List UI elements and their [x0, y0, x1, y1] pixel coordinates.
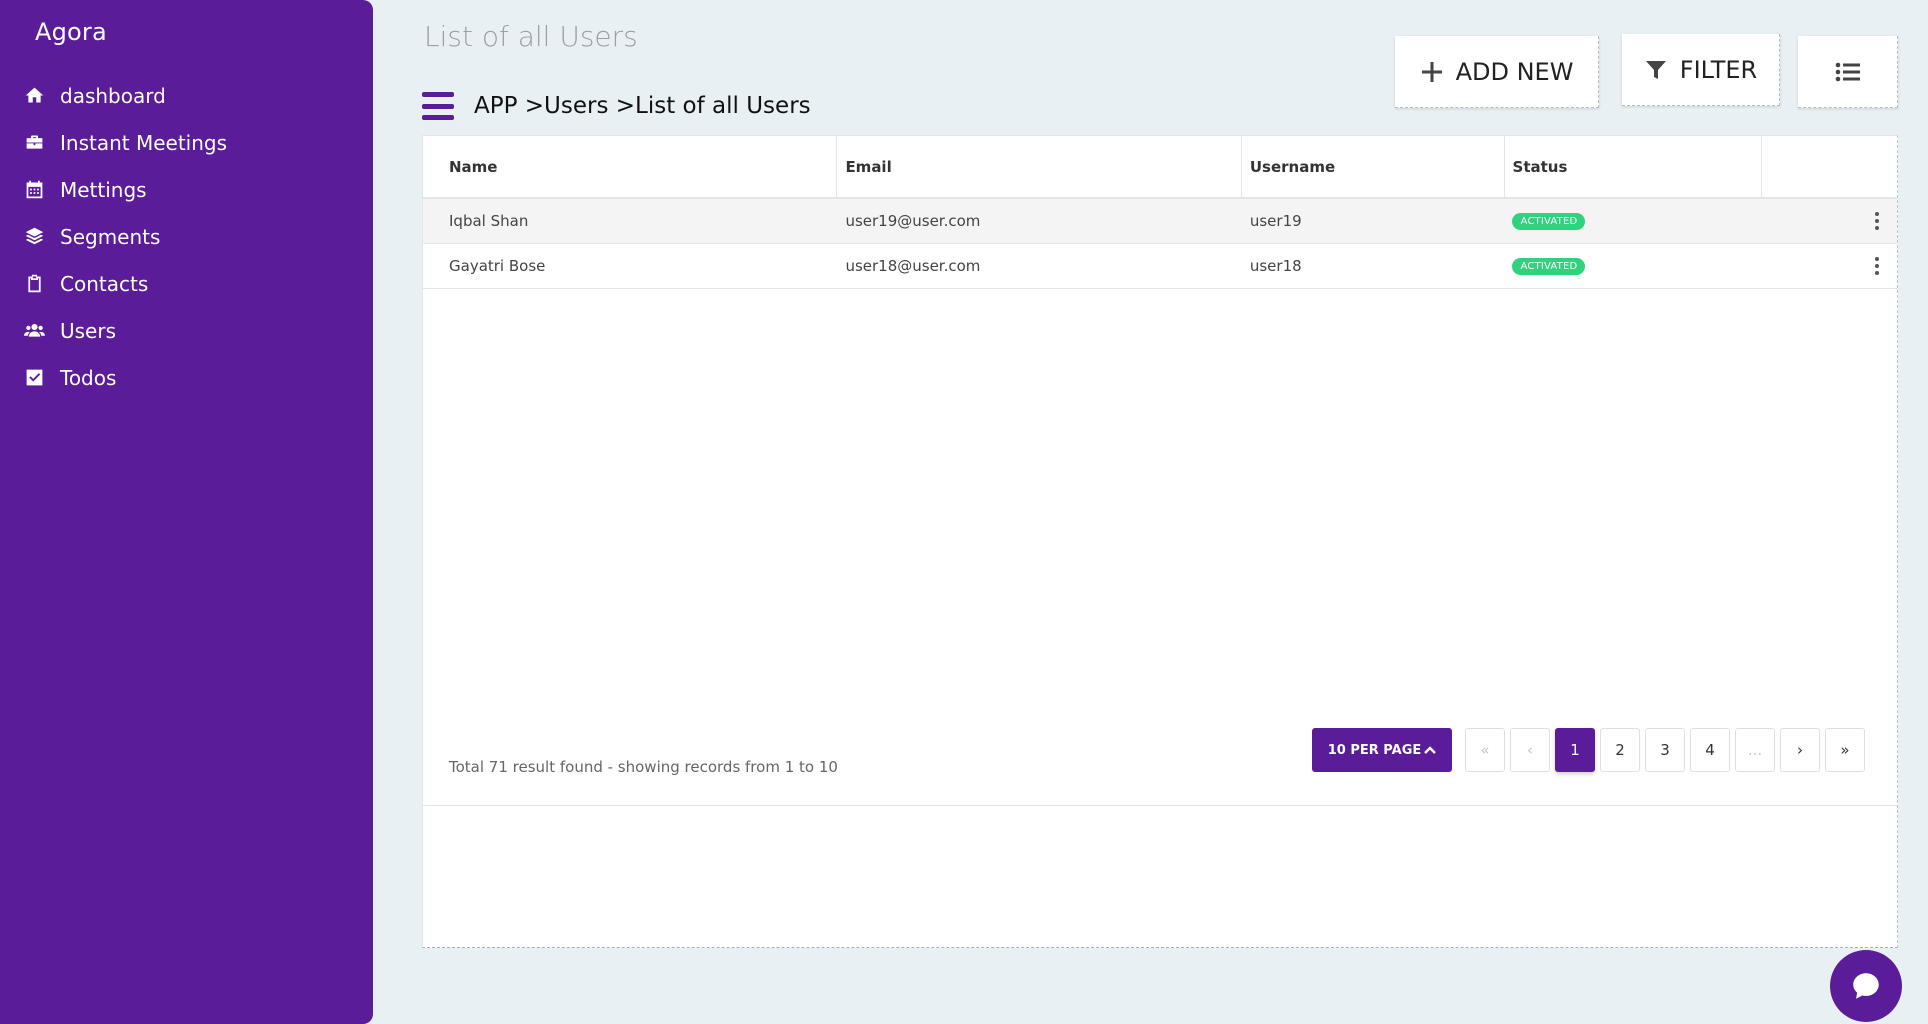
chat-icon	[1853, 973, 1879, 999]
result-summary: Total 71 result found - showing records …	[449, 758, 838, 776]
sidebar-item-label: dashboard	[60, 83, 166, 108]
breadcrumb-row: APP >Users >List of all Users	[422, 92, 811, 120]
add-new-button[interactable]: ADD NEW	[1395, 36, 1599, 108]
sidebar-item-dashboard[interactable]: dashboard	[0, 72, 373, 119]
cell-actions	[1762, 199, 1897, 243]
check-square-icon	[22, 366, 46, 390]
breadcrumb: APP >Users >List of all Users	[474, 93, 811, 119]
chevron-up-icon	[1424, 746, 1437, 754]
cell-actions	[1762, 244, 1897, 288]
filter-label: FILTER	[1679, 55, 1758, 84]
menu-toggle-icon[interactable]	[422, 92, 454, 120]
table-row[interactable]: Iqbal Shan user19@user.com user19 ACTIVA…	[423, 199, 1897, 244]
page-button-2[interactable]: 2	[1600, 728, 1640, 772]
page-button-4[interactable]: 4	[1690, 728, 1730, 772]
sidebar-item-mettings[interactable]: Mettings	[0, 166, 373, 213]
per-page-label: 10 PER PAGE	[1327, 742, 1422, 758]
sidebar-item-label: Todos	[60, 365, 117, 390]
cell-name: Gayatri Bose	[449, 257, 546, 275]
sidebar-item-label: Mettings	[60, 177, 147, 202]
sidebar-item-contacts[interactable]: Contacts	[0, 260, 373, 307]
status-badge: ACTIVATED	[1512, 257, 1586, 275]
page-button-1[interactable]: 1	[1555, 728, 1595, 772]
per-page-dropdown[interactable]: 10 PER PAGE	[1312, 728, 1452, 772]
sidebar: Agora dashboard Instant Meetings Metting…	[0, 0, 373, 1024]
page-ellipsis: ...	[1735, 728, 1775, 772]
sidebar-item-todos[interactable]: Todos	[0, 354, 373, 401]
cell-status: ACTIVATED	[1504, 244, 1762, 288]
first-page-button[interactable]: «	[1465, 728, 1505, 772]
layers-icon	[22, 225, 46, 249]
more-options-icon[interactable]	[1875, 212, 1879, 230]
cell-status: ACTIVATED	[1504, 199, 1762, 243]
previous-page-button[interactable]: ‹	[1510, 728, 1550, 772]
filter-icon	[1645, 60, 1666, 79]
column-header-name[interactable]: Name	[423, 136, 838, 197]
sidebar-item-label: Segments	[60, 224, 161, 249]
sidebar-nav: dashboard Instant Meetings Mettings Segm…	[0, 72, 373, 401]
cell-email: user18@user.com	[845, 257, 981, 275]
column-header-username[interactable]: Username	[1242, 136, 1505, 197]
home-icon	[22, 84, 46, 108]
add-new-label: ADD NEW	[1455, 57, 1574, 86]
filter-button[interactable]: FILTER	[1622, 34, 1780, 106]
sidebar-item-users[interactable]: Users	[0, 307, 373, 354]
sidebar-item-label: Contacts	[60, 271, 149, 296]
page-title: List of all Users	[424, 20, 638, 53]
column-header-email[interactable]: Email	[837, 136, 1242, 197]
page-button-3[interactable]: 3	[1645, 728, 1685, 772]
cell-username: user19	[1249, 212, 1302, 230]
briefcase-icon	[22, 131, 46, 155]
plus-icon	[1421, 61, 1442, 82]
cell-email: user19@user.com	[845, 212, 981, 230]
column-list-button[interactable]	[1798, 36, 1898, 108]
table-header: Name Email Username Status	[423, 136, 1897, 199]
more-options-icon[interactable]	[1875, 257, 1879, 275]
sidebar-item-instant-meetings[interactable]: Instant Meetings	[0, 119, 373, 166]
users-table-card: Name Email Username Status Iqbal Shan us…	[422, 135, 1898, 948]
calendar-icon	[22, 178, 46, 202]
list-icon	[1835, 62, 1860, 81]
users-icon	[22, 319, 46, 343]
status-badge: ACTIVATED	[1512, 212, 1586, 230]
column-header-status[interactable]: Status	[1505, 136, 1763, 197]
table-row[interactable]: Gayatri Bose user18@user.com user18 ACTI…	[423, 244, 1897, 289]
sidebar-item-label: Instant Meetings	[60, 130, 228, 155]
sidebar-item-label: Users	[60, 318, 117, 343]
chat-button[interactable]	[1830, 950, 1902, 1022]
pagination: « ‹ 1 2 3 4 ... › »	[1465, 728, 1865, 772]
next-page-button[interactable]: ›	[1780, 728, 1820, 772]
clipboard-icon	[22, 272, 46, 296]
sidebar-item-segments[interactable]: Segments	[0, 213, 373, 260]
last-page-button[interactable]: »	[1825, 728, 1865, 772]
brand-logo: Agora	[35, 18, 107, 46]
cell-name: Iqbal Shan	[449, 212, 529, 230]
column-header-actions	[1762, 136, 1897, 197]
cell-username: user18	[1249, 257, 1302, 275]
